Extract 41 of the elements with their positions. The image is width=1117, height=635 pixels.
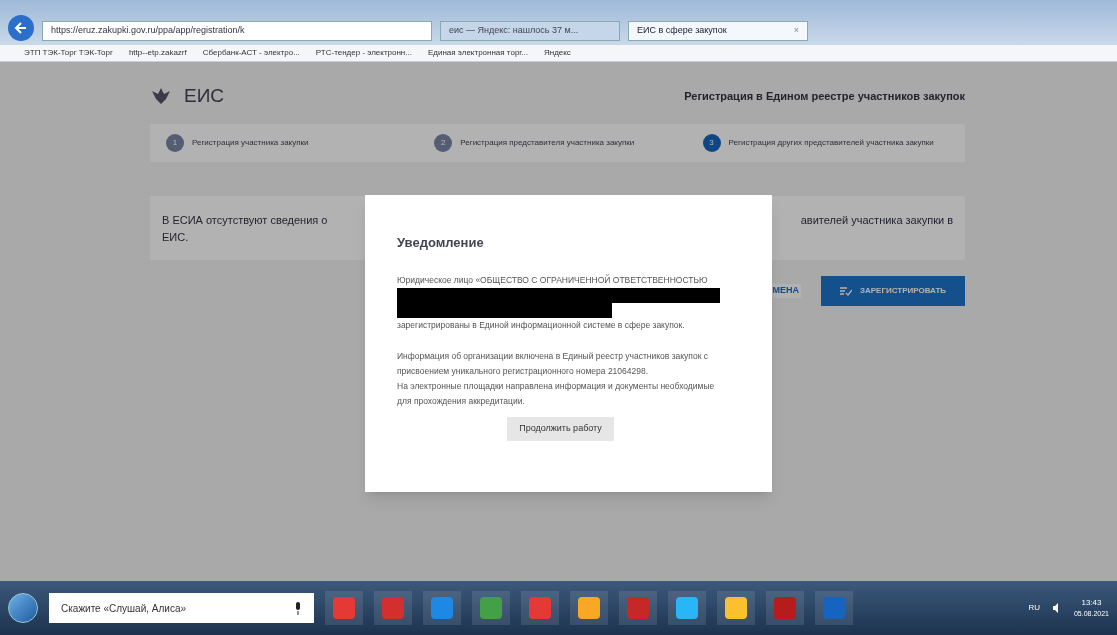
dialog-title: Уведомление <box>397 234 485 252</box>
page-title: Регистрация в Едином реестре участников закупок <box>684 88 965 104</box>
dialog-text: Юридическое лицо «ОБЩЕСТВО С ОГРАНИЧЕННОЙ ОТВЕТСТВЕННОСТЬЮ зарегистрированы в Единой информационной системе в сфере закупок. <box>397 272 724 333</box>
step-number: 1 <box>166 134 184 152</box>
continue-button[interactable]: Продолжить работу <box>507 416 614 441</box>
step-item[interactable]: 1 Регистрация участника закупки <box>166 134 423 152</box>
taskbar-app-icon[interactable] <box>423 591 461 625</box>
taskbar-app-icon[interactable] <box>717 591 755 625</box>
step-item[interactable]: 3 Регистрация других представителей участника закупки <box>702 134 949 152</box>
register-button[interactable]: ЗАРЕГИСТРИРОВАТЬ <box>821 276 965 306</box>
bookmark-link[interactable]: ЭТП ТЭК-Торг ТЭК-Торг <box>24 47 113 59</box>
dialog-text: На электронные площадки направлена информация и документы необходимые для прохождения аккредитации. <box>397 379 716 408</box>
step-number: 2 <box>434 134 453 152</box>
taskbar-app-icon[interactable] <box>472 591 510 625</box>
bookmark-link[interactable]: Единая электронная торг... <box>427 47 528 59</box>
start-button[interactable] <box>8 593 38 623</box>
step-item[interactable]: 2 Регистрация представителя участника закупки <box>434 134 691 152</box>
bookmark-link[interactable]: Яндекс <box>543 47 571 59</box>
list-check-icon <box>839 286 852 296</box>
taskbar-app-icon[interactable] <box>570 591 608 625</box>
notice-text: ЕИС. <box>162 229 190 245</box>
bookmark-link[interactable]: Сбербанк-АСТ - электро... <box>202 47 300 59</box>
address-bar[interactable]: https://eruz.zakupki.gov.ru/ppa/app/registration/k <box>42 21 432 41</box>
dialog-text: Информация об организации включена в Единый реестр участников закупок с присвоением уникального регистрационного номера 21064298. <box>397 349 709 378</box>
browser-tab[interactable]: ЕИС в сфере закупок × <box>628 21 808 41</box>
cancel-link[interactable]: МЕНА <box>770 284 801 298</box>
back-button[interactable] <box>8 15 34 41</box>
notice-text: В ЕСИА отсутствуют сведения о <box>162 213 328 228</box>
back-arrow-icon <box>14 21 28 35</box>
browser-tab[interactable]: еис — Яндекс: нашлось 37 м... <box>440 21 620 41</box>
eagle-emblem-icon <box>150 86 172 106</box>
search-field[interactable]: Скажите «Слушай, Алиса» <box>49 593 314 623</box>
microphone-icon <box>294 601 302 615</box>
bookmark-link[interactable]: РТС-тендер - электронн... <box>315 47 412 59</box>
clock-time: 13:43 <box>1081 596 1102 609</box>
taskbar-app-icon[interactable] <box>668 591 706 625</box>
bookmark-link[interactable]: http--etp.zakazrf <box>128 47 187 59</box>
language-indicator[interactable]: RU <box>1028 602 1040 614</box>
notice-text: авителей участника закупки в <box>800 213 953 228</box>
logo-text: ЕИС <box>184 83 225 108</box>
step-number: 3 <box>702 134 721 152</box>
